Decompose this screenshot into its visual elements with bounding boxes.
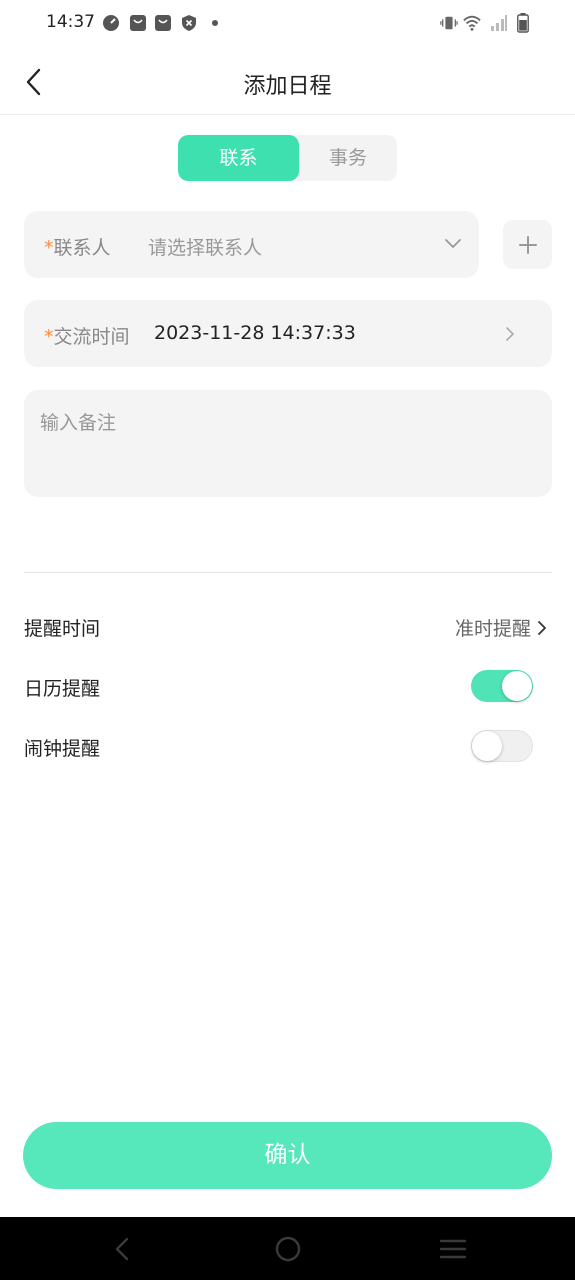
add-contact-button[interactable] [503,220,552,269]
contact-placeholder: 请选择联系人 [148,237,263,259]
back-triangle-icon [115,1237,129,1261]
toggle-knob [502,671,532,701]
shopping-bag-icon [154,14,172,32]
tab-contact[interactable]: 联系 [178,135,299,181]
chevron-down-icon [445,239,461,248]
required-mark: * [44,326,54,348]
divider [24,572,552,573]
navigation-bar [0,1217,575,1280]
alarm-reminder-label: 闹钟提醒 [24,738,101,760]
menu-icon [439,1239,467,1259]
vibrate-icon [440,14,458,32]
status-time: 14:37 [46,12,95,32]
home-circle-icon [275,1236,301,1262]
signal-icon [490,14,508,32]
reminder-time-select[interactable]: 准时提醒 [455,614,547,641]
required-mark: * [44,237,54,259]
calendar-reminder-toggle[interactable] [471,670,533,702]
battery-icon [514,13,532,33]
chevron-right-icon [506,327,514,341]
dot-icon [206,14,224,32]
plus-icon [518,235,537,254]
alarm-reminder-toggle[interactable] [471,730,533,762]
header: 添加日程 [0,48,575,115]
nav-menu-button[interactable] [433,1233,473,1265]
shield-icon [180,14,198,32]
nav-home-button[interactable] [268,1233,308,1265]
speedometer-icon [102,14,120,32]
reminder-time-label: 提醒时间 [24,618,101,640]
reminder-time-value: 准时提醒 [454,618,531,640]
tab-affair[interactable]: 事务 [299,135,397,181]
chevron-right-icon [538,620,546,635]
toggle-knob [472,731,502,761]
wifi-icon [463,14,481,32]
calendar-reminder-label: 日历提醒 [24,678,101,700]
confirm-button[interactable]: 确认 [23,1122,552,1189]
time-label: *交流时间 [44,322,130,349]
page-title: 添加日程 [243,74,332,99]
status-bar: 14:37 [0,0,575,48]
remark-input[interactable] [24,390,552,497]
contact-select[interactable]: *联系人 请选择联系人 [24,211,479,278]
time-label-text: 交流时间 [53,326,130,348]
nav-back-button[interactable] [102,1233,142,1265]
contact-label: *联系人 [44,233,111,260]
type-tabs: 联系 事务 [178,135,397,181]
time-select[interactable]: *交流时间 2023-11-28 14:37:33 [24,300,552,367]
shopping-bag-icon [129,14,147,32]
contact-label-text: 联系人 [53,237,111,259]
time-value: 2023-11-28 14:37:33 [154,322,356,344]
